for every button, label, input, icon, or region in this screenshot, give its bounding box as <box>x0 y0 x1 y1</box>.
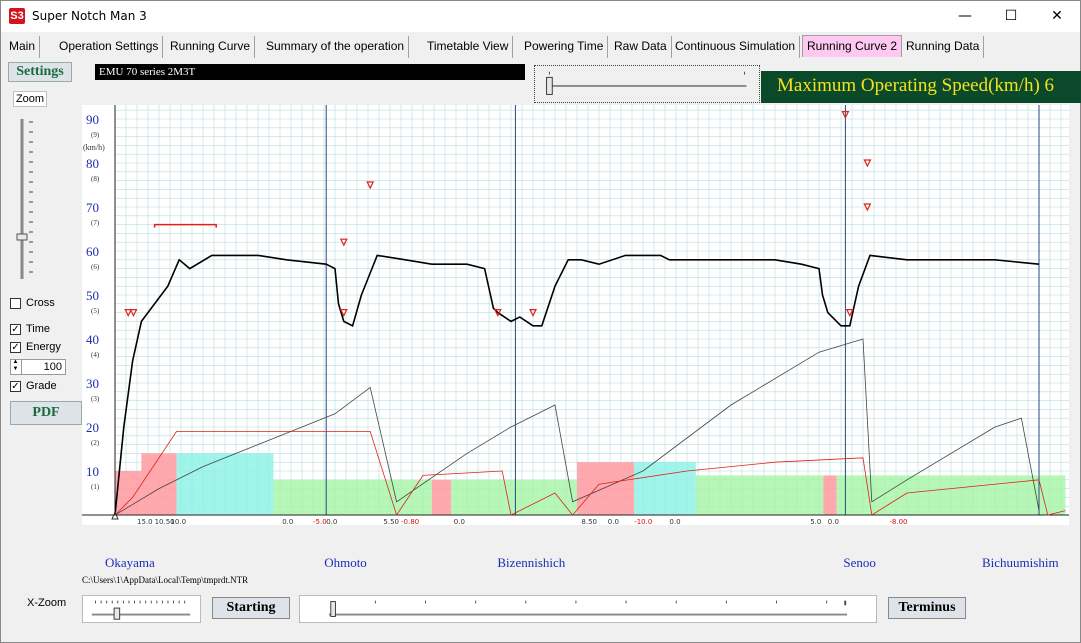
grade-label: Grade <box>26 380 57 392</box>
time-checkbox[interactable]: ✓ Time <box>10 323 50 335</box>
time-check-box[interactable]: ✓ <box>10 323 21 335</box>
grade-label: 8.50 <box>581 518 597 525</box>
position-thumb[interactable] <box>330 601 336 617</box>
y-subtick-label: (5) <box>91 307 100 315</box>
cross-check-box[interactable] <box>10 297 21 309</box>
running-curve-chart: 90 80 70 60 50 40 30 20 10 (9) (8) (7) (6) (5) (4) (3) (… <box>82 105 1069 525</box>
grade-label: -5.0 <box>313 518 327 525</box>
y-subtick-label: (1) <box>91 483 100 491</box>
max-speed-banner: Maximum Operating Speed(km/h) 6 <box>761 71 1081 103</box>
grade-label: 15.0 <box>137 518 153 525</box>
y-tick-label: 60 <box>86 244 99 259</box>
zoom-slider-thumb[interactable] <box>16 233 28 241</box>
tab-raw-data[interactable]: Raw Data <box>610 36 672 58</box>
tab-running-curve[interactable]: Running Curve <box>166 36 256 58</box>
maximize-button[interactable]: ☐ <box>988 1 1034 32</box>
station-bizennishich: Bizennishich <box>497 555 566 570</box>
tab-main[interactable]: Main <box>5 36 41 58</box>
grade-segment <box>370 479 432 515</box>
grade-label: 0.0 <box>608 518 619 525</box>
y-tick-label: 30 <box>86 376 99 391</box>
grade-label: 0.0 <box>669 518 680 525</box>
time-label: Time <box>26 323 51 335</box>
grade-label: 0.0 <box>282 518 293 525</box>
grade-checkbox[interactable]: ✓ Grade <box>10 380 57 392</box>
station-ohmoto: Ohmoto <box>324 555 367 570</box>
top-position-slider[interactable] <box>534 65 760 103</box>
x-zoom-label: X-Zoom <box>27 597 67 609</box>
grade-check-box[interactable]: ✓ <box>10 380 21 392</box>
tab-summary[interactable]: Summary of the operation <box>262 36 410 58</box>
speed-limit-line <box>153 223 217 228</box>
station-okayama: Okayama <box>105 555 155 570</box>
energy-label: Energy <box>26 341 61 353</box>
top-slider-thumb[interactable] <box>546 76 553 95</box>
tab-continuous-simulation[interactable]: Continuous Simulation <box>671 36 801 58</box>
cross-label: Cross <box>26 297 55 309</box>
y-tick-label: 70 <box>86 200 99 215</box>
grade-segment <box>823 475 837 515</box>
grade-segment <box>695 475 824 515</box>
window-title: Super Notch Man 3 <box>32 9 147 23</box>
grade-label: 10.0 <box>170 518 186 525</box>
settings-button[interactable]: Settings <box>8 62 72 82</box>
close-button[interactable]: ✕ <box>1034 1 1080 32</box>
zoom-label: Zoom <box>13 91 47 107</box>
minimize-button[interactable]: — <box>942 1 988 32</box>
y-tick-label: 90 <box>86 112 99 127</box>
station-senoo: Senoo <box>843 555 876 570</box>
vehicle-name: EMU 70 series 2M3T <box>95 64 525 80</box>
y-axis-label: (km/h) <box>83 143 105 152</box>
energy-checkbox[interactable]: ✓ Energy <box>10 341 61 353</box>
y-subtick-label: (8) <box>91 175 100 183</box>
title-bar: S3 Super Notch Man 3 — ☐ ✕ <box>1 1 1080 32</box>
zoom-slider[interactable] <box>15 114 39 284</box>
y-tick-label: 20 <box>86 420 99 435</box>
grade-segment <box>577 462 635 515</box>
terminus-button[interactable]: Terminus <box>888 597 966 619</box>
grade-label: -10.0 <box>634 518 652 525</box>
file-path: C:\Users\1\AppData\Local\Temp\tmprdt.NTR <box>82 575 249 585</box>
y-subtick-label: (9) <box>91 131 100 139</box>
grade-label: 5.50 <box>383 518 399 525</box>
grade-label: -8.00 <box>889 518 907 525</box>
pdf-button[interactable]: PDF <box>10 401 82 425</box>
grade-label: 0.0 <box>828 518 839 525</box>
x-zoom-slider[interactable] <box>82 595 201 623</box>
y-tick-label: 40 <box>86 332 99 347</box>
tab-timetable-view[interactable]: Timetable View <box>423 36 514 58</box>
grade-segment <box>431 479 452 515</box>
app-logo-icon: S3 <box>9 8 25 24</box>
position-slider[interactable] <box>299 595 877 623</box>
station-bichuumishim: Bichuumishim <box>982 555 1059 570</box>
tab-running-data[interactable]: Running Data <box>902 36 985 58</box>
tab-operation-settings[interactable]: Operation Settings <box>55 36 164 58</box>
grade-segment <box>634 462 696 515</box>
station-name-row: Okayama Ohmoto Bizennishich Senoo Bichuu… <box>82 553 1069 573</box>
grade-segment <box>176 453 274 515</box>
x-zoom-thumb[interactable] <box>113 607 121 620</box>
energy-check-box[interactable]: ✓ <box>10 341 21 353</box>
y-subtick-label: (3) <box>91 395 100 403</box>
y-tick-label: 50 <box>86 288 99 303</box>
y-subtick-label: (2) <box>91 439 100 447</box>
tab-running-curve-2[interactable]: Running Curve 2 <box>802 35 903 57</box>
grade-label: 5.0 <box>810 518 821 525</box>
grade-segment <box>273 479 371 515</box>
grade-segment <box>141 453 177 515</box>
spin-arrows-icon[interactable]: ▲ ▼ <box>10 359 22 375</box>
grade-label: 0.0 <box>454 518 465 525</box>
y-subtick-label: (7) <box>91 219 100 227</box>
app-window: S3 Super Notch Man 3 — ☐ ✕ Main Operatio… <box>0 0 1081 643</box>
grade-label: 0.0 <box>326 518 337 525</box>
grade-label: -0.80 <box>401 518 419 525</box>
y-subtick-label: (4) <box>91 351 100 359</box>
starting-button[interactable]: Starting <box>212 597 290 619</box>
cross-checkbox[interactable]: Cross <box>10 297 55 309</box>
y-tick-label: 80 <box>86 156 99 171</box>
y-tick-label: 10 <box>86 464 99 479</box>
tab-powering-time[interactable]: Powering Time <box>520 36 609 58</box>
y-subtick-label: (6) <box>91 263 100 271</box>
